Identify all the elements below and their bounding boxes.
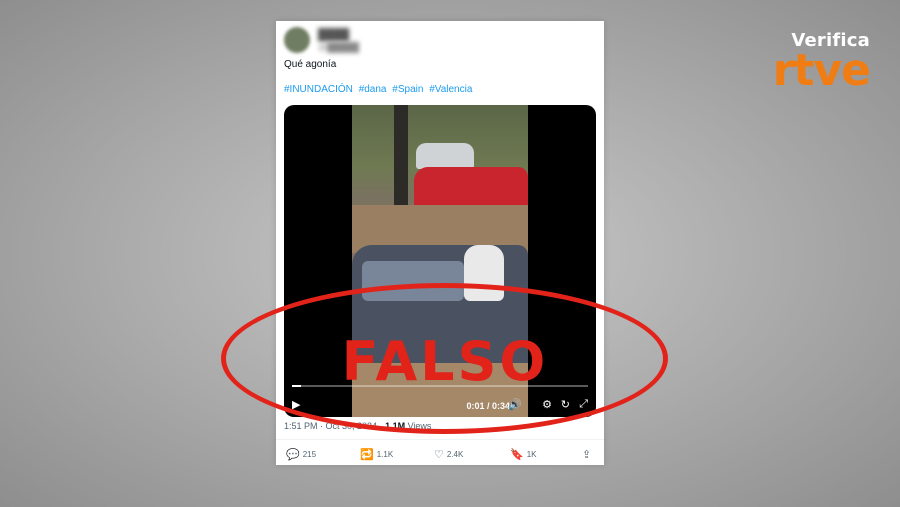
hashtags: #INUNDACIÓN #dana #Spain #Valencia	[284, 84, 475, 95]
rtve-logo: rtve	[772, 45, 871, 96]
divider	[276, 439, 604, 440]
hashtag-link[interactable]: #Valencia	[429, 84, 472, 95]
reply-icon: 💬	[286, 449, 300, 461]
white-car	[416, 143, 474, 169]
share-icon: ⇪	[582, 449, 592, 461]
avatar[interactable]	[284, 27, 310, 53]
tweet-header: ████ @█████	[284, 27, 584, 55]
tweet-actions: 💬 215 🔁 1.1K ♡ 2.4K 🔖 1K ⇪	[284, 448, 596, 462]
hashtag-link[interactable]: #INUNDACIÓN	[284, 84, 353, 95]
repost-icon: 🔁	[360, 449, 374, 461]
verifica-rtve-logo: Verifica rtve	[772, 30, 871, 96]
falso-stamp-text: FALSO	[341, 330, 549, 393]
share-button[interactable]: ⇪	[582, 448, 594, 461]
heart-icon: ♡	[434, 449, 444, 461]
hashtag-link[interactable]: #dana	[359, 84, 387, 95]
author-handle[interactable]: @█████	[318, 42, 359, 52]
tweet-text: Qué agonía	[284, 59, 337, 70]
repost-button[interactable]: 🔁 1.1K	[360, 448, 393, 461]
reply-button[interactable]: 💬 215	[286, 448, 316, 461]
author-name[interactable]: ████	[318, 29, 349, 41]
reply-count: 215	[302, 450, 317, 459]
repost-count: 1.1K	[376, 450, 394, 459]
hashtag-link[interactable]: #Spain	[392, 84, 423, 95]
like-button[interactable]: ♡ 2.4K	[434, 448, 463, 461]
bookmark-icon: 🔖	[510, 449, 524, 461]
bookmark-count: 1K	[526, 450, 537, 459]
like-count: 2.4K	[446, 450, 464, 459]
red-car	[414, 167, 528, 209]
bookmark-button[interactable]: 🔖 1K	[510, 448, 537, 461]
